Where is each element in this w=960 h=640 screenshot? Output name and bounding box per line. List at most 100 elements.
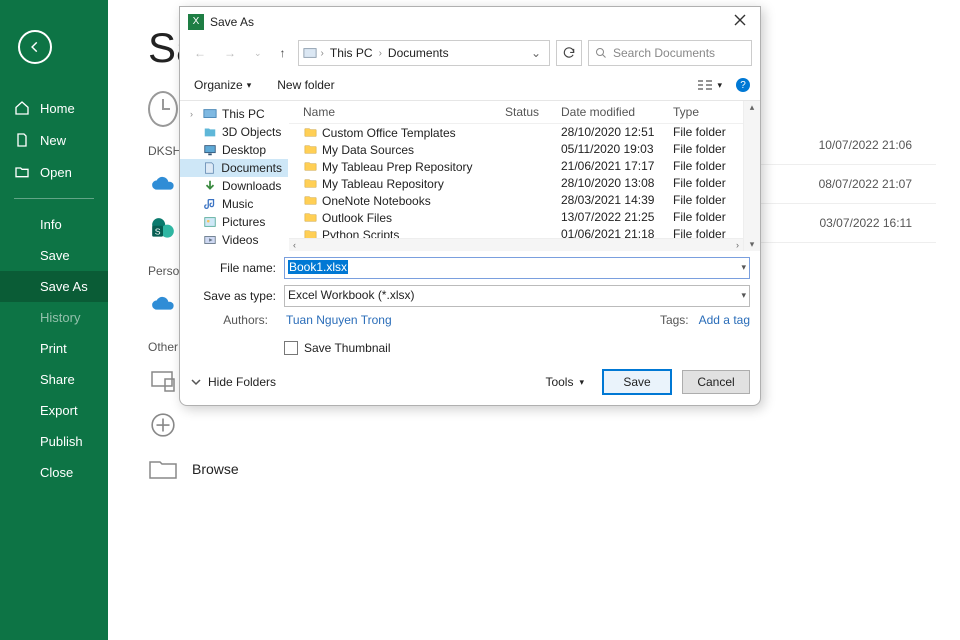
tree-node-documents[interactable]: Documents [180,159,288,177]
sidebar-item-new[interactable]: New [0,124,108,156]
sidebar-item-save-as[interactable]: Save As [0,271,108,302]
save-type-value: Excel Workbook (*.xlsx) [288,288,414,302]
music-icon [203,197,217,211]
column-header-type[interactable]: Type [673,105,743,119]
file-type: File folder [673,176,743,191]
refresh-button[interactable] [556,40,582,66]
sidebar-item-share[interactable]: Share [0,364,108,395]
file-type: File folder [673,210,743,225]
breadcrumb-item[interactable]: Documents [386,44,451,62]
file-date: 28/10/2020 13:08 [561,176,673,191]
file-list: Custom Office Templates28/10/2020 12:51F… [289,124,743,238]
back-button[interactable] [18,30,52,64]
file-name: Python Scripts [322,228,399,239]
dialog-titlebar[interactable]: X Save As [180,7,760,36]
search-icon [595,47,607,59]
column-header-name[interactable]: Name [303,105,505,119]
file-name: My Tableau Repository [322,177,444,191]
organize-dropdown[interactable]: Organize▾ [190,76,255,94]
chevron-down-icon[interactable]: ▾ [741,290,746,301]
nav-recent-dropdown[interactable]: ⌄ [248,46,268,61]
file-date: 28/03/2021 14:39 [561,193,673,208]
tree-node-local-disk-c-[interactable]: ›Local Disk (C:) [180,249,288,251]
tree-label: This PC [222,107,265,121]
sidebar-item-print[interactable]: Print [0,333,108,364]
tags-input[interactable]: Add a tag [699,313,750,327]
file-date: 05/11/2020 19:03 [561,142,673,157]
file-list-header: Name Status Date modified Type [289,101,743,124]
save-type-label: Save as type: [190,289,284,303]
tree-node-videos[interactable]: Videos [180,231,288,249]
nav-up-button[interactable]: ↑ [274,44,292,62]
chevron-right-icon: › [190,109,198,119]
file-row[interactable]: My Tableau Repository 28/10/2020 13:08Fil… [289,175,743,192]
tree-node-pictures[interactable]: Pictures [180,213,288,231]
sidebar-item-publish[interactable]: Publish [0,426,108,457]
sidebar-item-export[interactable]: Export [0,395,108,426]
sidebar-item-label: Close [40,465,73,480]
sidebar-item-home[interactable]: Home [0,92,108,124]
toolbar-label: Organize [194,78,243,92]
tree-node-desktop[interactable]: Desktop [180,141,288,159]
file-row[interactable]: My Tableau Prep Repository21/06/2021 17:… [289,158,743,175]
horizontal-scrollbar[interactable]: ‹› [289,238,743,251]
pc-icon [148,366,178,396]
tree-label: Downloads [222,179,281,193]
chevron-down-icon[interactable]: ▾ [741,262,746,273]
pc-icon [203,107,217,121]
tree-node-3d-objects[interactable]: 3D Objects [180,123,288,141]
sidebar-item-info[interactable]: Info [0,209,108,240]
save-as-dialog: X Save As ← → ⌄ ↑ › This PC › Documents … [179,6,761,406]
sidebar-item-label: New [40,133,66,148]
save-thumbnail-checkbox[interactable] [284,341,298,355]
vertical-scrollbar[interactable]: ▴ ▾ [743,101,760,251]
file-row[interactable]: My Data Sources05/11/2020 19:03File fold… [289,141,743,158]
recent-date: 10/07/2022 21:06 [819,138,912,152]
tree-label: Pictures [222,215,265,229]
close-button[interactable] [728,12,752,31]
tree-node-downloads[interactable]: Downloads [180,177,288,195]
backstage-sidebar: Home New Open Info Save Save As History … [0,0,108,640]
hide-folders-button[interactable]: Hide Folders [190,375,276,389]
sidebar-item-label: Open [40,165,72,180]
save-button[interactable]: Save [602,369,672,395]
file-type: File folder [673,227,743,238]
cancel-button[interactable]: Cancel [682,370,750,394]
file-name-input[interactable]: Book1.xlsx ▾ [284,257,750,279]
chevron-down-icon [190,376,202,388]
column-header-status[interactable]: Status [505,105,561,119]
location-browse[interactable]: Browse [148,452,378,486]
file-row[interactable]: Python Scripts01/06/2021 21:18File folde… [289,226,743,238]
file-row[interactable]: OneNote Notebooks28/03/2021 14:39File fo… [289,192,743,209]
location-add-place[interactable] [148,408,378,442]
address-dropdown[interactable]: ⌄ [527,46,545,60]
new-folder-button[interactable]: New folder [273,76,338,94]
file-row[interactable]: Outlook Files13/07/2022 21:25File folder [289,209,743,226]
sidebar-item-open[interactable]: Open [0,156,108,188]
address-bar[interactable]: › This PC › Documents ⌄ [298,40,550,66]
tree-node-music[interactable]: Music [180,195,288,213]
column-header-date[interactable]: Date modified [561,105,673,119]
sidebar-item-label: Print [40,341,67,356]
sharepoint-icon: S [148,214,178,244]
file-name-label: File name: [190,261,284,275]
sidebar-item-history: History [0,302,108,333]
sidebar-item-save[interactable]: Save [0,240,108,271]
view-options-dropdown[interactable]: ▾ [693,77,726,93]
help-button[interactable]: ? [736,78,750,92]
authors-value[interactable]: Tuan Nguyen Trong [286,313,392,327]
search-input[interactable]: Search Documents [588,40,752,66]
svg-text:S: S [155,226,161,236]
file-row[interactable]: Custom Office Templates28/10/2020 12:51F… [289,124,743,141]
folder-icon [148,454,178,484]
tree-node-this-pc[interactable]: › This PC [180,105,288,123]
pics-icon [203,215,217,229]
tools-dropdown[interactable]: Tools▾ [545,375,584,389]
save-type-select[interactable]: Excel Workbook (*.xlsx) ▾ [284,285,750,307]
recent-date: 08/07/2022 21:07 [819,177,912,191]
tree-label: Desktop [222,143,266,157]
sidebar-separator [14,198,94,199]
sidebar-item-close[interactable]: Close [0,457,108,488]
vids-icon [203,233,217,247]
breadcrumb-item[interactable]: This PC [328,44,375,62]
